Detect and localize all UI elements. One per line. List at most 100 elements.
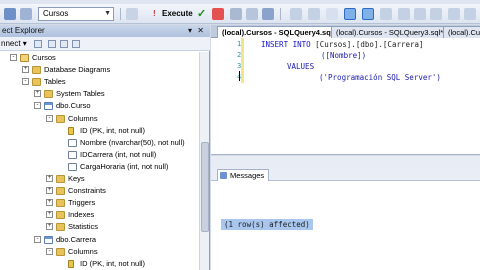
code-line-3: VALUES — [287, 62, 315, 71]
execute-icon: ! — [153, 9, 156, 18]
tree-node-label: System Tables — [56, 89, 105, 99]
execute-label: Execute — [162, 9, 193, 18]
tree-node-label: Tables — [44, 77, 66, 87]
toolbar-icon-j[interactable] — [430, 8, 442, 20]
new-query-icon[interactable] — [4, 8, 16, 20]
tree-node-label: ID (PK, int, not null) — [80, 125, 146, 135]
scrollbar-thumb[interactable] — [201, 142, 209, 232]
expand-icon[interactable]: + — [46, 175, 53, 182]
tree-node-label: Cursos — [32, 53, 56, 62]
tree-node-label: Columns — [68, 246, 98, 256]
toolbar-separator — [280, 8, 281, 20]
collapse-icon[interactable]: - — [34, 102, 41, 110]
toolbar-icon-h[interactable] — [398, 8, 410, 20]
stop-icon[interactable] — [60, 40, 68, 48]
folder-icon — [56, 199, 65, 208]
tree-node-label: ID (PK, int, not null) — [80, 258, 146, 268]
document-tab[interactable]: (local).Cursos - SQLQuery4.sql* — [217, 26, 341, 38]
database-select-value: Cursos — [43, 9, 69, 18]
expand-icon[interactable]: + — [34, 90, 41, 98]
folder-icon — [44, 90, 53, 99]
toolbar-icon-b[interactable] — [246, 8, 258, 20]
results-tabs: Messages — [211, 167, 480, 181]
expand-icon[interactable]: + — [46, 199, 53, 207]
message-text: (1 row(s) affected) — [221, 219, 313, 230]
object-explorer-toolbar: nnect ▾ — [0, 37, 210, 51]
results-to-grid-icon[interactable] — [344, 8, 356, 20]
toolbar-icon-d[interactable] — [290, 8, 302, 20]
toolbar-separator — [120, 8, 121, 20]
tree-node-label: Statistics — [68, 222, 99, 232]
table-icon — [44, 102, 53, 111]
collapse-icon[interactable]: - — [46, 114, 53, 122]
tree-node-label: Triggers — [68, 198, 96, 208]
primary-key-icon — [68, 126, 74, 135]
parse-check-icon[interactable]: ✓ — [197, 7, 206, 21]
expand-icon[interactable]: + — [22, 66, 29, 74]
chevron-down-icon: ▼ — [104, 10, 111, 17]
object-tree: - Cursos + Database Diagrams - Tables + System … — [0, 52, 198, 270]
folder-icon — [56, 211, 65, 220]
text-cursor-icon — [239, 71, 240, 81]
column-icon — [68, 150, 77, 159]
execute-button[interactable]: ! Execute — [150, 7, 196, 21]
pin-icon[interactable]: ▾ — [188, 25, 192, 37]
connect-icon[interactable] — [34, 40, 42, 48]
messages-tab[interactable]: Messages — [217, 169, 270, 181]
document-tab[interactable]: (local).Cursos — [443, 26, 480, 38]
toolbar-icon-c[interactable] — [262, 8, 274, 20]
table-reference: [Cursos].[dbo].[Carrera] — [310, 40, 424, 49]
keyword-insert-into: INSERT INTO — [261, 40, 311, 49]
toolbar-icon-f[interactable] — [326, 8, 338, 20]
toolbar: Cursos ▼ ! Execute ✓ — [0, 4, 480, 24]
code-line-1: INSERT INTO [Cursos].[dbo].[Carrera] — [261, 40, 424, 49]
collapse-icon[interactable]: - — [10, 54, 17, 61]
column-icon — [68, 138, 77, 147]
debug-icon[interactable] — [126, 8, 138, 20]
tree-node-label: CargaHoraria (int, not null) — [80, 161, 169, 171]
collapse-icon[interactable]: - — [46, 247, 53, 255]
folder-icon — [56, 223, 65, 232]
tree-node-label: Keys — [68, 174, 85, 183]
expand-icon[interactable]: + — [46, 223, 53, 231]
folder-icon — [32, 78, 41, 87]
tree-node-label: dbo.Curso — [56, 101, 91, 111]
document-tab[interactable]: (local).Cursos - SQLQuery3.sql* — [331, 26, 449, 38]
toolbar-icon-l[interactable] — [464, 8, 476, 20]
tree-node-label: dbo.Carrera — [56, 234, 97, 244]
expand-icon[interactable]: + — [46, 211, 53, 219]
database-select[interactable]: Cursos ▼ — [38, 7, 114, 21]
primary-key-icon — [68, 259, 74, 268]
collapse-icon[interactable]: - — [22, 78, 29, 86]
toolbar-icon-i[interactable] — [414, 8, 426, 20]
folder-icon — [56, 175, 65, 183]
filter-icon[interactable] — [72, 40, 80, 48]
column-icon — [68, 162, 77, 171]
results-to-text-icon[interactable] — [362, 8, 374, 20]
code-line-4: ('Programación SQL Server') — [319, 73, 441, 82]
pane-splitter[interactable] — [211, 156, 480, 167]
collapse-icon[interactable]: - — [34, 235, 41, 243]
toolbar-icon-k[interactable] — [448, 8, 460, 20]
folder-icon — [56, 114, 65, 123]
close-icon[interactable]: ✕ — [197, 25, 204, 37]
cancel-query-icon[interactable] — [212, 8, 224, 20]
tree-scrollbar[interactable] — [199, 52, 209, 270]
tree-node-label: Nombre (nvarchar(50), not null) — [80, 137, 185, 147]
query-editor[interactable]: 1 2 3 4 INSERT INTO [Cursos].[dbo].[Carr… — [211, 38, 480, 155]
document-tabs: (local).Cursos - SQLQuery4.sql* (local).C… — [211, 25, 480, 38]
object-explorer-title-bar: ect Explorer ▾ ✕ — [0, 25, 210, 37]
tree-node-label: Indexes — [68, 210, 95, 220]
toolbar-icon-a[interactable] — [230, 8, 242, 20]
tree-node-label: IDCarrera (int, not null) — [80, 149, 157, 159]
messages-tab-label: Messages — [230, 171, 265, 180]
toolbar-icon-e[interactable] — [308, 8, 320, 20]
expand-icon[interactable]: + — [46, 187, 53, 195]
disconnect-icon[interactable] — [48, 40, 56, 48]
database-icon[interactable] — [20, 8, 32, 20]
folder-icon — [32, 66, 41, 75]
messages-pane[interactable]: (1 row(s) affected) — [211, 181, 480, 270]
toolbar-icon-g[interactable] — [380, 8, 392, 20]
table-icon — [44, 235, 53, 244]
connect-button[interactable]: nnect ▾ — [1, 37, 27, 51]
